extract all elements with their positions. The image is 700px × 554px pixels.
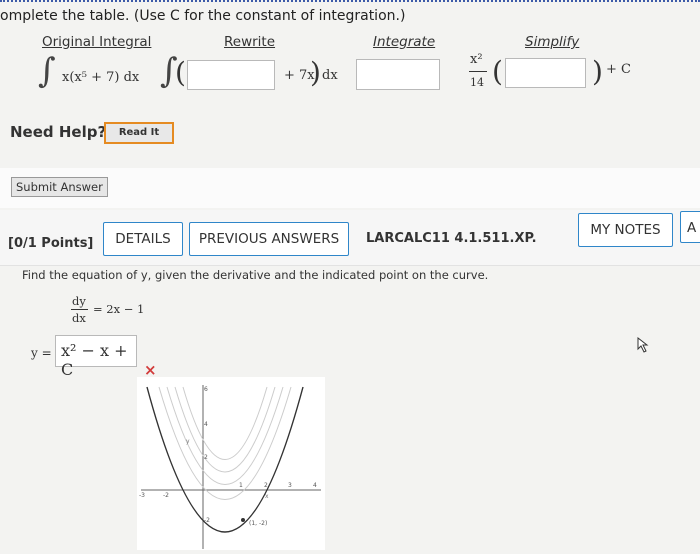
- derivative-fraction-bar: [71, 309, 88, 310]
- read-it-button[interactable]: Read It: [104, 122, 174, 144]
- original-integrand: x(x⁵ + 7) dx: [62, 70, 140, 85]
- x-tick-label: 1: [239, 482, 243, 489]
- y-axis-label: y: [186, 438, 190, 445]
- slope-field-graph: -3 -2 1 2 3 4 6 4 2 -2 y x (1, -2): [139, 385, 321, 549]
- simplify-denominator: 14: [470, 76, 484, 89]
- rewrite-close-paren: ): [310, 56, 321, 89]
- x-tick-label: 2: [264, 482, 268, 489]
- points-label: [0/1 Points]: [8, 236, 94, 251]
- x-tick-label: -2: [163, 492, 169, 499]
- simplify-input[interactable]: [505, 58, 586, 88]
- x-tick-label: -3: [139, 492, 145, 499]
- rewrite-dx: dx: [322, 68, 338, 83]
- mouse-cursor-icon: [637, 337, 649, 353]
- simplify-numerator: x²: [470, 52, 483, 67]
- header-rewrite: Rewrite: [224, 34, 276, 50]
- integrate-input[interactable]: [356, 59, 440, 90]
- header-simplify: Simplify: [525, 34, 580, 50]
- rewrite-open-paren: (: [175, 56, 186, 89]
- y-tick-label: 2: [204, 454, 208, 461]
- derivative-numerator: dy: [72, 294, 86, 308]
- previous-answers-button[interactable]: PREVIOUS ANSWERS: [189, 222, 349, 256]
- x-tick-label: 3: [288, 482, 292, 489]
- curve-point: [241, 518, 245, 522]
- answer-input[interactable]: x² − x + C: [55, 335, 137, 379]
- need-help-label: Need Help?: [10, 123, 107, 141]
- graph-panel: -3 -2 1 2 3 4 6 4 2 -2 y x (1, -2): [137, 377, 325, 550]
- x-axis-label: x: [265, 493, 269, 500]
- x-tick-label: 4: [313, 482, 317, 489]
- simplify-close-paren: ): [592, 55, 603, 88]
- details-button[interactable]: DETAILS: [103, 222, 183, 256]
- point-label: (1, -2): [249, 520, 267, 527]
- derivative-rhs: = 2x − 1: [93, 302, 145, 316]
- integral-sign-original: ∫: [38, 51, 56, 91]
- problem-text: Find the equation of y, given the deriva…: [22, 268, 489, 282]
- y-equals-label: y =: [31, 346, 52, 360]
- top-dotted-divider: [0, 0, 700, 2]
- answer-value: x² − x + C: [61, 341, 128, 379]
- y-tick-label: 4: [204, 421, 208, 428]
- y-tick-label: -2: [204, 517, 210, 524]
- ask-teacher-button[interactable]: A: [680, 211, 700, 243]
- fraction-bar: [469, 71, 487, 72]
- family-curve-4: [182, 386, 268, 460]
- problem-code: LARCALC11 4.1.511.XP.: [366, 231, 537, 246]
- simplify-tail: + C: [606, 62, 631, 77]
- instructions: omplete the table. (Use C for the consta…: [0, 8, 406, 24]
- header-original-integral: Original Integral: [42, 34, 152, 50]
- simplify-open-paren: (: [492, 55, 503, 88]
- header-integrate: Integrate: [373, 34, 436, 50]
- y-tick-label: 6: [204, 386, 208, 393]
- derivative-denominator: dx: [72, 311, 86, 325]
- rewrite-input[interactable]: [187, 60, 275, 90]
- my-notes-button[interactable]: MY NOTES: [578, 213, 673, 247]
- submit-answer-button[interactable]: Submit Answer: [11, 177, 108, 197]
- family-curve-2: [166, 386, 284, 485]
